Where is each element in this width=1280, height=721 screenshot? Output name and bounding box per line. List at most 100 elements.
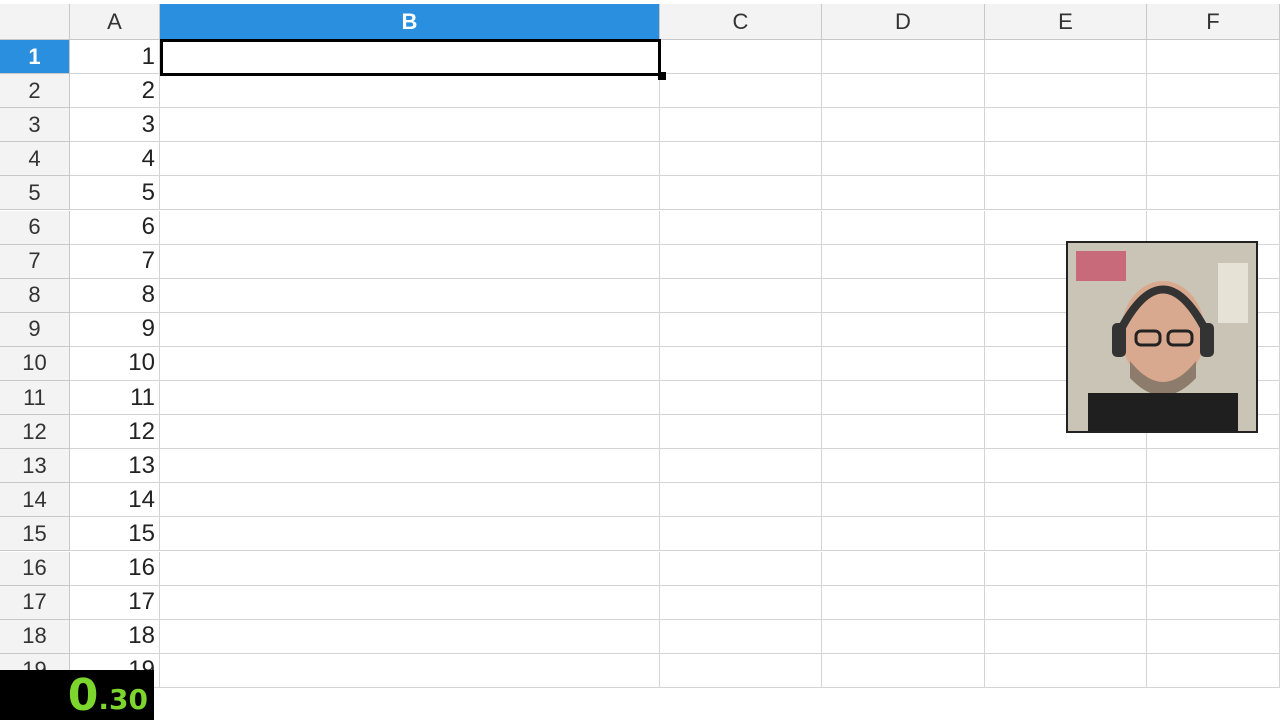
row-header-5[interactable]: 5 — [0, 176, 70, 211]
cell-d2[interactable] — [822, 74, 985, 109]
cell-c6[interactable] — [660, 210, 822, 245]
cell-a9[interactable]: 9 — [70, 312, 160, 347]
cell-d9[interactable] — [822, 312, 985, 347]
cell-f19[interactable] — [1147, 653, 1280, 688]
cell-f16[interactable] — [1147, 551, 1280, 586]
cell-a11[interactable]: 11 — [70, 381, 160, 416]
cell-c15[interactable] — [660, 517, 822, 552]
cell-f2[interactable] — [1147, 74, 1280, 109]
cell-b5[interactable] — [160, 176, 660, 211]
column-header-f[interactable]: F — [1147, 4, 1280, 40]
cell-b9[interactable] — [160, 312, 660, 347]
cell-b4[interactable] — [160, 142, 660, 177]
cell-e14[interactable] — [985, 483, 1147, 518]
cell-e1[interactable] — [985, 40, 1147, 75]
cell-e3[interactable] — [985, 108, 1147, 143]
cell-b17[interactable] — [160, 585, 660, 620]
cell-e5[interactable] — [985, 176, 1147, 211]
cell-d18[interactable] — [822, 619, 985, 654]
column-header-c[interactable]: C — [660, 4, 822, 40]
cell-a2[interactable]: 2 — [70, 74, 160, 109]
row-header-9[interactable]: 9 — [0, 312, 70, 347]
cell-a16[interactable]: 16 — [70, 551, 160, 586]
cell-f13[interactable] — [1147, 449, 1280, 484]
cell-b12[interactable] — [160, 415, 660, 450]
row-header-10[interactable]: 10 — [0, 346, 70, 381]
cell-b6[interactable] — [160, 210, 660, 245]
row-header-2[interactable]: 2 — [0, 74, 70, 109]
cell-d7[interactable] — [822, 244, 985, 279]
cell-a5[interactable]: 5 — [70, 176, 160, 211]
cell-b11[interactable] — [160, 381, 660, 416]
cell-d10[interactable] — [822, 346, 985, 381]
cell-c7[interactable] — [660, 244, 822, 279]
cell-b3[interactable] — [160, 108, 660, 143]
cell-a14[interactable]: 14 — [70, 483, 160, 518]
cell-e6[interactable] — [985, 210, 1147, 245]
column-header-b[interactable]: B — [160, 4, 660, 40]
column-header-d[interactable]: D — [822, 4, 985, 40]
cell-b19[interactable] — [160, 653, 660, 688]
row-header-11[interactable]: 11 — [0, 381, 70, 416]
cell-f3[interactable] — [1147, 108, 1280, 143]
cell-b7[interactable] — [160, 244, 660, 279]
cell-c17[interactable] — [660, 585, 822, 620]
cell-d13[interactable] — [822, 449, 985, 484]
cell-c3[interactable] — [660, 108, 822, 143]
cell-c12[interactable] — [660, 415, 822, 450]
cell-d5[interactable] — [822, 176, 985, 211]
row-header-3[interactable]: 3 — [0, 108, 70, 143]
cell-d4[interactable] — [822, 142, 985, 177]
cell-b14[interactable] — [160, 483, 660, 518]
cell-c13[interactable] — [660, 449, 822, 484]
fill-handle[interactable] — [658, 72, 666, 80]
cell-a12[interactable]: 12 — [70, 415, 160, 450]
row-header-6[interactable]: 6 — [0, 210, 70, 245]
cell-c4[interactable] — [660, 142, 822, 177]
cell-a7[interactable]: 7 — [70, 244, 160, 279]
row-header-17[interactable]: 17 — [0, 585, 70, 620]
cell-c19[interactable] — [660, 653, 822, 688]
cell-a10[interactable]: 10 — [70, 346, 160, 381]
row-header-13[interactable]: 13 — [0, 449, 70, 484]
cell-b16[interactable] — [160, 551, 660, 586]
cell-a17[interactable]: 17 — [70, 585, 160, 620]
row-header-12[interactable]: 12 — [0, 415, 70, 450]
cell-f17[interactable] — [1147, 585, 1280, 620]
cell-e19[interactable] — [985, 653, 1147, 688]
cell-f6[interactable] — [1147, 210, 1280, 245]
active-cell-B1[interactable] — [160, 39, 661, 76]
row-header-8[interactable]: 8 — [0, 278, 70, 313]
cell-c1[interactable] — [660, 40, 822, 75]
row-header-1[interactable]: 1 — [0, 40, 70, 75]
cell-d14[interactable] — [822, 483, 985, 518]
cell-b15[interactable] — [160, 517, 660, 552]
cell-e13[interactable] — [985, 449, 1147, 484]
cell-f18[interactable] — [1147, 619, 1280, 654]
cell-a4[interactable]: 4 — [70, 142, 160, 177]
cell-c8[interactable] — [660, 278, 822, 313]
cell-c5[interactable] — [660, 176, 822, 211]
cell-d16[interactable] — [822, 551, 985, 586]
cell-e4[interactable] — [985, 142, 1147, 177]
column-header-e[interactable]: E — [985, 4, 1147, 40]
cell-d3[interactable] — [822, 108, 985, 143]
cell-a6[interactable]: 6 — [70, 210, 160, 245]
select-all-corner[interactable] — [0, 4, 70, 40]
cell-f15[interactable] — [1147, 517, 1280, 552]
row-header-16[interactable]: 16 — [0, 551, 70, 586]
cell-a1[interactable]: 1 — [70, 40, 160, 75]
cell-e18[interactable] — [985, 619, 1147, 654]
cell-a8[interactable]: 8 — [70, 278, 160, 313]
cell-b8[interactable] — [160, 278, 660, 313]
cell-a3[interactable]: 3 — [70, 108, 160, 143]
cell-f14[interactable] — [1147, 483, 1280, 518]
cell-e16[interactable] — [985, 551, 1147, 586]
cell-a18[interactable]: 18 — [70, 619, 160, 654]
cell-c9[interactable] — [660, 312, 822, 347]
cell-c11[interactable] — [660, 381, 822, 416]
cell-a15[interactable]: 15 — [70, 517, 160, 552]
cell-d17[interactable] — [822, 585, 985, 620]
cell-f4[interactable] — [1147, 142, 1280, 177]
cell-d8[interactable] — [822, 278, 985, 313]
